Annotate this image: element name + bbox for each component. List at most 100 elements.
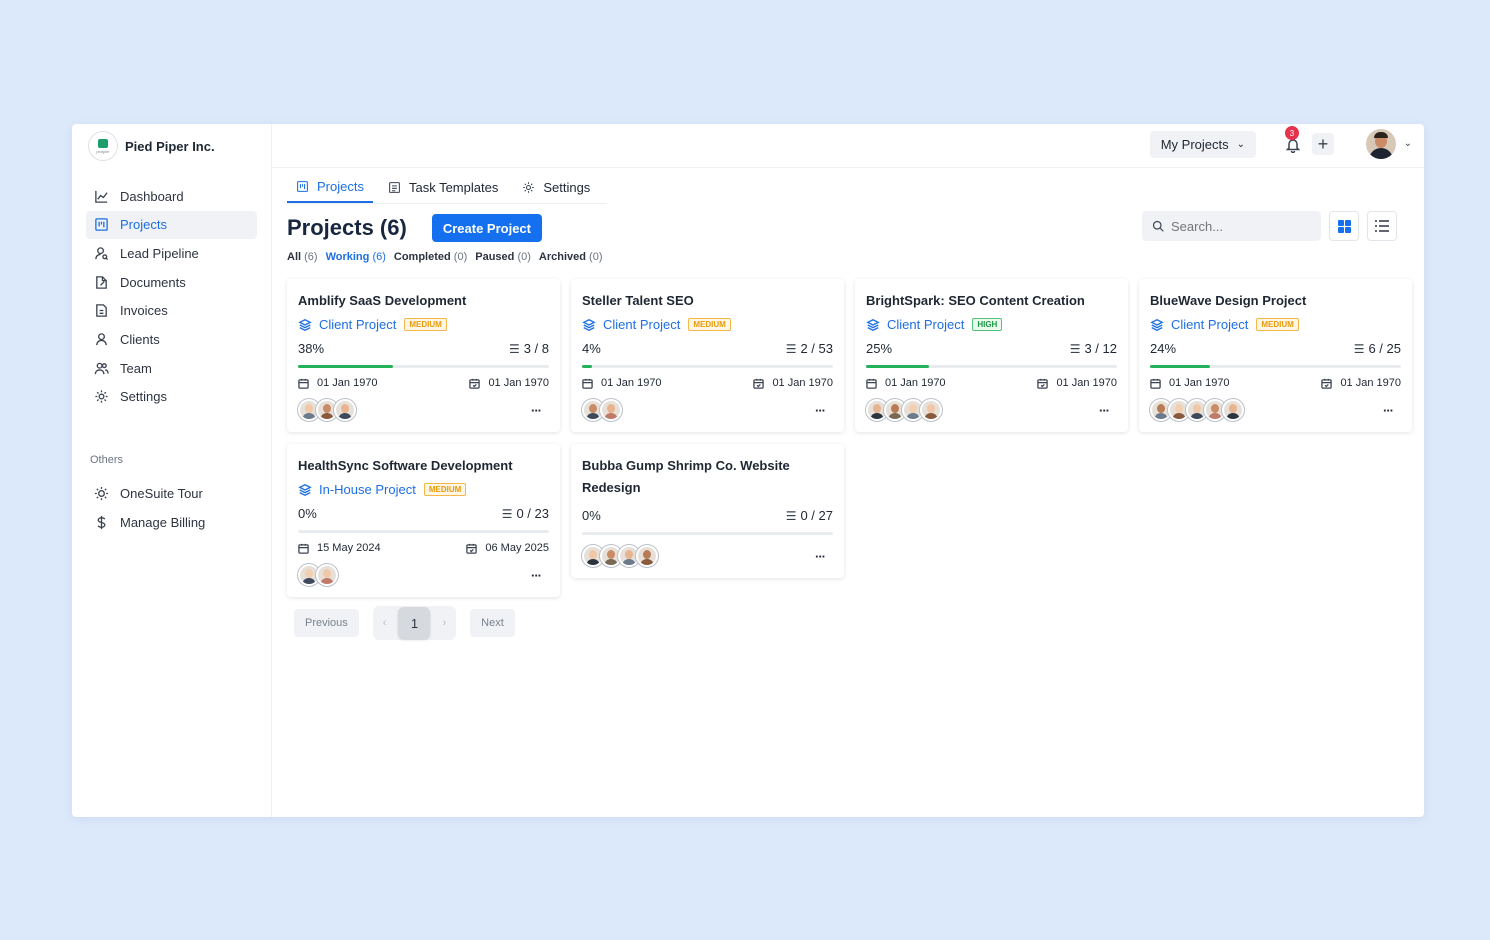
member-avatar[interactable] <box>920 399 942 421</box>
member-avatar[interactable] <box>334 399 356 421</box>
member-avatars <box>298 399 356 421</box>
start-date-value: 01 Jan 1970 <box>1169 377 1230 389</box>
projects-icon <box>297 181 308 192</box>
grid-view-button[interactable] <box>1329 211 1359 241</box>
filter-all[interactable]: All (6) <box>287 251 318 263</box>
sidebar-item-lead-pipeline[interactable]: Lead Pipeline <box>86 239 257 267</box>
project-card[interactable]: BlueWave Design Project Client Project MED… <box>1139 279 1412 432</box>
sidebar-item-label: OneSuite Tour <box>120 486 203 502</box>
calendar-check-icon <box>1321 378 1333 389</box>
task-count-value: 2 / 53 <box>800 341 833 356</box>
progress-fill <box>298 365 394 368</box>
calendar-icon <box>866 378 877 389</box>
sidebar-item-settings[interactable]: Settings <box>86 383 257 411</box>
project-card[interactable]: Steller Talent SEO Client Project MEDIUM 4%… <box>571 279 844 432</box>
project-card[interactable]: Amblify SaaS Development Client Project ME… <box>287 279 560 432</box>
project-card[interactable]: BrightSpark: SEO Content Creation Client … <box>855 279 1128 432</box>
start-date-value: 01 Jan 1970 <box>601 377 662 389</box>
filter-archived[interactable]: Archived (0) <box>539 251 603 263</box>
user-menu-chevron-icon[interactable]: ⌄ <box>1404 138 1412 149</box>
tab-projects[interactable]: Projects <box>287 172 373 203</box>
calendar-check-icon <box>466 543 478 554</box>
list-view-button[interactable] <box>1367 211 1397 241</box>
sidebar-item-dashboard[interactable]: Dashboard <box>86 182 257 210</box>
project-type-label: Client Project <box>319 317 397 332</box>
task-count-value: 0 / 23 <box>516 506 549 521</box>
sidebar-item-projects[interactable]: Projects <box>86 210 257 239</box>
sidebar-nav: Dashboard Projects Lead Pipeline Documen… <box>72 182 271 411</box>
sidebar-item-manage-billing[interactable]: Manage Billing <box>86 509 257 537</box>
app-window: pedpier Pied Piper Inc. Dashboard Projec… <box>72 124 1424 817</box>
sidebar-item-clients[interactable]: Clients <box>86 325 257 353</box>
gear-icon <box>523 182 535 193</box>
filter-label: Paused <box>475 251 515 263</box>
sidebar-item-label: Projects <box>120 217 167 233</box>
progress-percent: 25% <box>866 341 893 356</box>
tab-task-templates[interactable]: Task Templates <box>379 172 507 203</box>
add-button[interactable]: + <box>1312 133 1334 155</box>
more-options-icon[interactable]: ··· <box>1099 403 1110 418</box>
member-avatar[interactable] <box>600 399 622 421</box>
tab-label: Settings <box>543 180 591 195</box>
page-number[interactable]: 1 <box>398 607 431 639</box>
more-options-icon[interactable]: ··· <box>531 403 542 418</box>
more-options-icon[interactable]: ··· <box>1383 403 1394 418</box>
more-options-icon[interactable]: ··· <box>531 568 542 583</box>
tab-settings[interactable]: Settings <box>513 172 599 203</box>
my-projects-dropdown[interactable]: My Projects ⌄ <box>1149 131 1256 158</box>
priority-badge: HIGH <box>972 318 1003 331</box>
member-avatar[interactable] <box>1222 399 1244 421</box>
task-list-icon: ☰ <box>785 341 797 356</box>
member-avatars <box>582 399 622 421</box>
task-count: ☰ 3 / 12 <box>1070 341 1117 356</box>
project-card[interactable]: HealthSync Software Development In-House … <box>287 444 560 597</box>
progress-bar <box>298 365 549 368</box>
sidebar-item-team[interactable]: Team <box>86 354 257 382</box>
sidebar-item-invoices[interactable]: Invoices <box>86 297 257 325</box>
task-count: ☰ 0 / 27 <box>786 508 833 523</box>
sidebar-item-label: Clients <box>120 331 160 347</box>
priority-badge: MEDIUM <box>404 318 447 331</box>
chevron-down-icon: ⌄ <box>1236 139 1245 150</box>
member-avatar[interactable] <box>636 545 658 567</box>
start-date: 01 Jan 1970 <box>1150 377 1230 389</box>
filter-count: (6) <box>372 251 386 263</box>
project-title: Amblify SaaS Development <box>298 293 467 308</box>
org-brand[interactable]: pedpier Pied Piper Inc. <box>72 124 271 168</box>
chevron-right-icon[interactable]: › <box>442 617 446 629</box>
org-logo: pedpier <box>88 131 118 161</box>
sidebar-item-onesuite-tour[interactable]: OneSuite Tour <box>86 480 257 508</box>
filter-paused[interactable]: Paused (0) <box>475 251 531 263</box>
task-count: ☰ 6 / 25 <box>1354 341 1401 356</box>
user-avatar[interactable] <box>1366 129 1396 159</box>
sidebar-item-label: Lead Pipeline <box>120 245 199 261</box>
project-card[interactable]: Bubba Gump Shrimp Co. Website Redesign 0%… <box>571 444 844 578</box>
more-options-icon[interactable]: ··· <box>815 403 826 418</box>
project-type: Client Project MEDIUM <box>1150 317 1401 332</box>
tab-label: Projects <box>317 179 364 194</box>
previous-page-button[interactable]: Previous <box>294 609 359 637</box>
sidebar-item-label: Documents <box>120 274 186 290</box>
calendar-icon <box>298 543 309 554</box>
filter-completed[interactable]: Completed (0) <box>394 251 467 263</box>
create-project-button[interactable]: Create Project <box>431 214 542 242</box>
filter-working[interactable]: Working (6) <box>326 251 386 263</box>
chevron-left-icon[interactable]: ‹ <box>383 617 387 629</box>
next-page-button[interactable]: Next <box>470 609 515 637</box>
start-date: 01 Jan 1970 <box>298 377 378 389</box>
project-type: Client Project HIGH <box>866 317 1117 332</box>
project-type: Client Project MEDIUM <box>582 317 833 332</box>
progress-percent: 4% <box>582 341 601 356</box>
progress-fill <box>1150 365 1211 368</box>
member-avatars <box>298 564 338 586</box>
more-options-icon[interactable]: ··· <box>815 549 826 564</box>
search-input[interactable] <box>1171 218 1311 234</box>
end-date-value: 01 Jan 1970 <box>772 377 833 389</box>
task-count-value: 3 / 8 <box>523 341 549 356</box>
person-icon <box>96 333 107 346</box>
start-date-value: 15 May 2024 <box>317 542 381 554</box>
search-box[interactable] <box>1142 211 1321 241</box>
notification-count-badge: 3 <box>1285 126 1299 140</box>
sidebar-item-documents[interactable]: Documents <box>86 268 257 296</box>
member-avatar[interactable] <box>316 564 338 586</box>
